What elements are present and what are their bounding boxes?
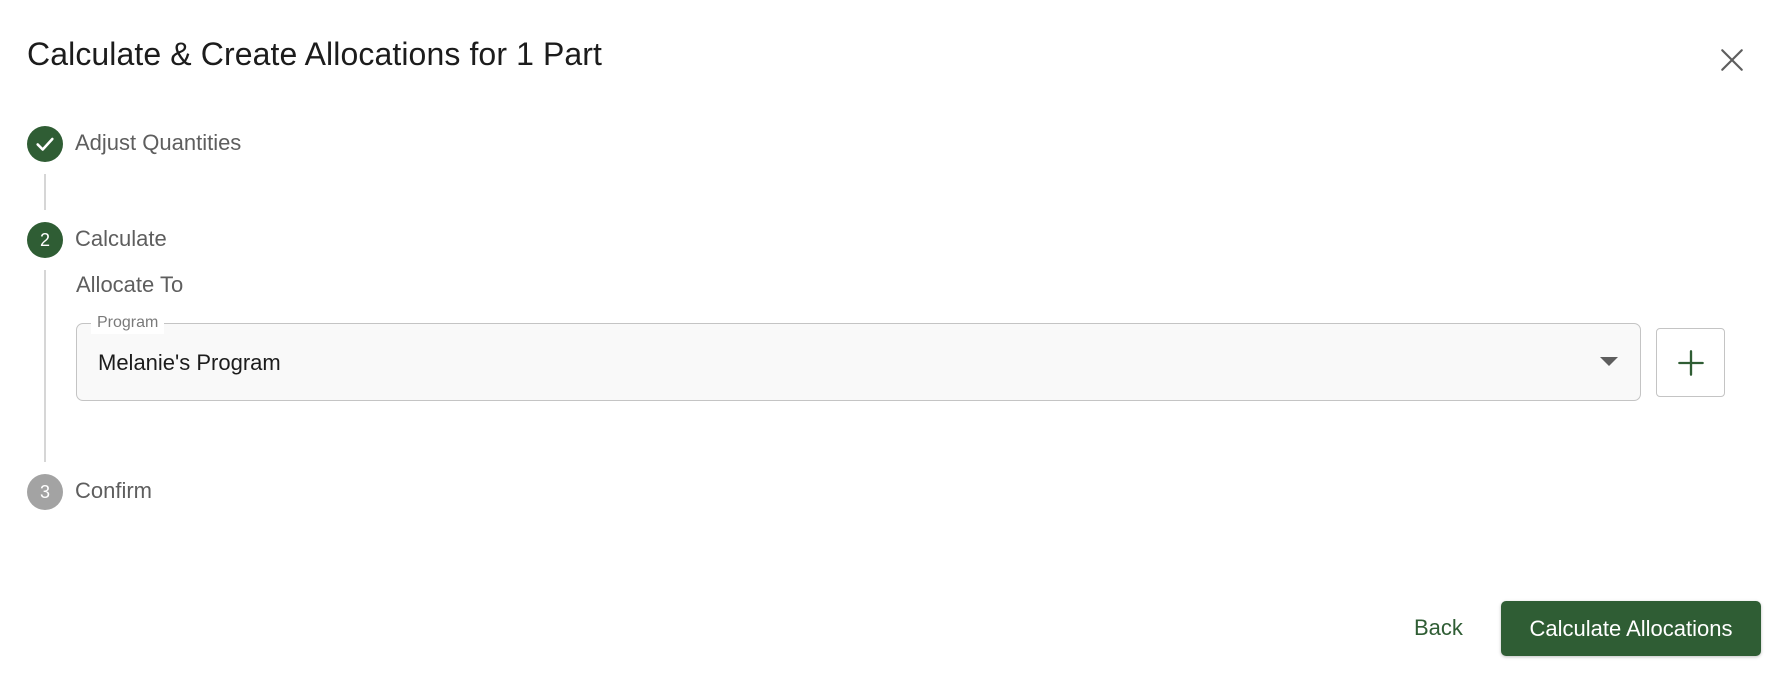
back-button[interactable]: Back — [1396, 604, 1481, 652]
step-connector — [44, 270, 46, 462]
add-program-button[interactable] — [1656, 328, 1725, 397]
program-select-value: Melanie's Program — [98, 350, 281, 375]
program-field-label: Program — [91, 312, 165, 334]
step-2-number: 2 — [39, 229, 50, 250]
dialog-title: Calculate & Create Allocations for 1 Par… — [27, 36, 603, 72]
close-icon — [1721, 49, 1743, 71]
step-3-indicator: 3 — [27, 474, 63, 510]
step-label-adjust-quantities: Adjust Quantities — [75, 130, 242, 155]
step-label-calculate: Calculate — [75, 226, 167, 251]
allocate-to-label: Allocate To — [76, 272, 184, 297]
program-select[interactable]: Program Melanie's Program — [76, 312, 1641, 401]
step-2-indicator: 2 — [27, 222, 63, 258]
caret-down-icon — [1600, 357, 1618, 366]
plus-icon — [1677, 349, 1704, 376]
step-1-complete-indicator — [27, 126, 63, 162]
check-icon — [36, 137, 54, 151]
allocation-dialog: Calculate & Create Allocations for 1 Par… — [0, 0, 1784, 676]
calculate-allocations-button[interactable]: Calculate Allocations — [1501, 601, 1761, 656]
step-label-confirm: Confirm — [75, 478, 153, 503]
step-connector — [44, 174, 46, 210]
close-button[interactable] — [1714, 42, 1750, 78]
step-3-number: 3 — [39, 481, 50, 502]
